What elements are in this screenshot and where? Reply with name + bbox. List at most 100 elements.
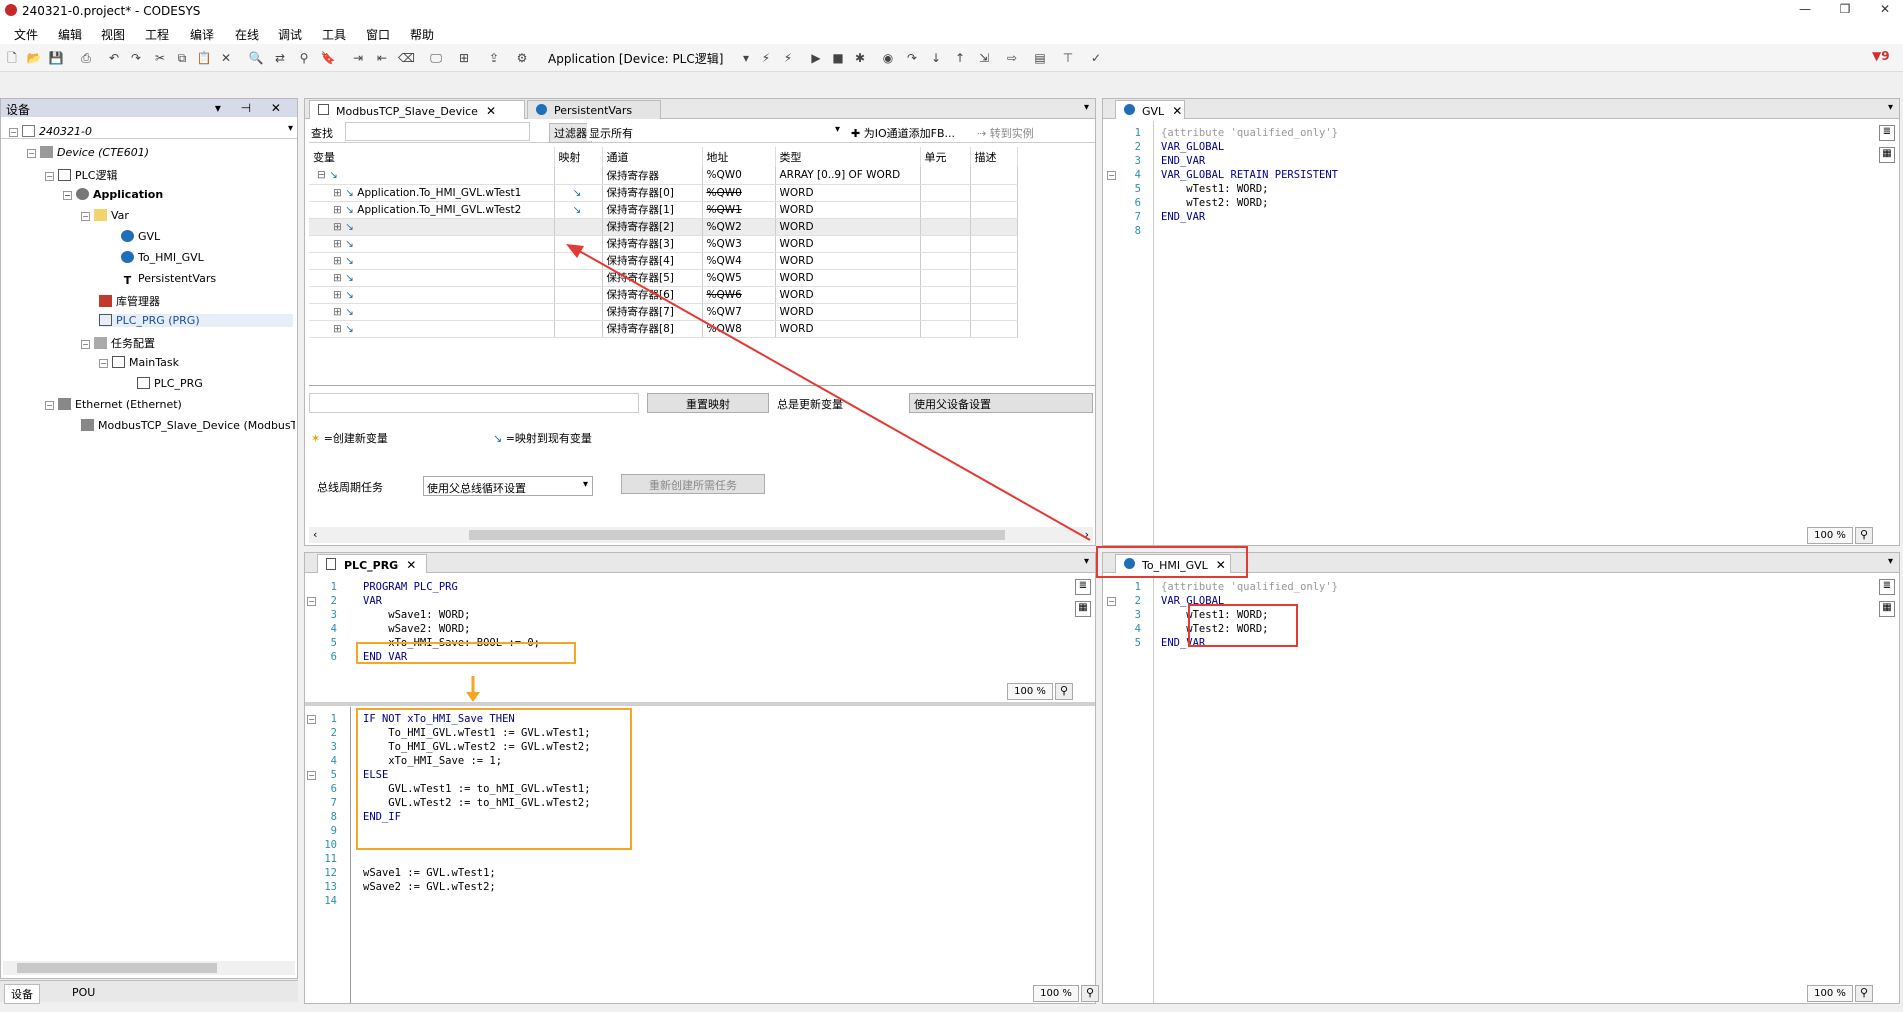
mapping-cell[interactable] <box>554 235 603 253</box>
type-cell[interactable]: WORD <box>775 235 921 253</box>
tab-pou[interactable]: POU <box>66 985 101 1000</box>
code-line[interactable]: wTest1: WORD; <box>1161 183 1268 195</box>
channel-cell[interactable]: 保持寄存器[4] <box>602 252 703 270</box>
tab-gvl[interactable]: GVL ✕ <box>1115 100 1185 119</box>
address-cell[interactable]: %QW7 <box>702 303 776 321</box>
bookmark-prev-icon[interactable]: ⇤ <box>374 50 390 66</box>
code-line[interactable]: VAR_GLOBAL <box>1161 595 1224 607</box>
var-cell[interactable]: ⊞ ↘ <box>309 303 555 321</box>
menu-window[interactable]: 窗口 <box>366 26 390 43</box>
login-icon[interactable]: ⚡ <box>758 50 774 66</box>
var-cell[interactable]: ⊞ ↘ <box>309 269 555 287</box>
table-view-icon[interactable]: ▦ <box>1075 601 1091 617</box>
add-object-icon[interactable]: ⊞ <box>456 50 472 66</box>
filter-dropdown-icon[interactable]: ▾ <box>835 124 840 135</box>
unit-cell[interactable] <box>920 167 971 185</box>
gvl-code-editor[interactable]: 1 {attribute 'qualified_only'} 2 VAR_GLOBAL… <box>1103 121 1873 521</box>
unit-cell[interactable] <box>920 218 971 236</box>
description-cell[interactable] <box>970 167 1018 185</box>
type-cell[interactable]: ARRAY [0..9] OF WORD <box>775 167 921 185</box>
code-line[interactable]: GVL.wTest2 := to_hMI_GVL.wTest2; <box>363 797 590 809</box>
tree-var-folder[interactable]: − Var <box>81 209 129 222</box>
channel-cell[interactable]: 保持寄存器[1] <box>602 201 703 219</box>
menu-help[interactable]: 帮助 <box>410 26 434 43</box>
type-cell[interactable]: WORD <box>775 303 921 321</box>
fold-icon[interactable]: − <box>307 715 316 724</box>
tree-device[interactable]: − Device (CTE601) <box>27 146 149 159</box>
code-line[interactable]: {attribute 'qualified_only'} <box>1161 127 1338 139</box>
code-line[interactable]: IF NOT xTo_HMI_Save THEN <box>363 713 515 725</box>
code-line[interactable]: GVL.wTest1 := to_hMI_GVL.wTest1; <box>363 783 590 795</box>
cut-icon[interactable]: ✂ <box>152 50 168 66</box>
table-view-icon[interactable]: ▦ <box>1879 147 1895 163</box>
expand-icon[interactable]: ⊞ <box>313 204 345 216</box>
channel-cell[interactable]: 保持寄存器[6] <box>602 286 703 304</box>
open-icon[interactable]: 📂 <box>26 50 42 66</box>
channel-cell[interactable]: 保持寄存器[2] <box>602 218 703 236</box>
recreate-task-button[interactable]: 重新创建所需任务 <box>621 474 765 494</box>
goto-instance-button[interactable]: ⇢ 转到实例 <box>977 125 1034 141</box>
table-row[interactable]: ⊞ ↘ 保持寄存器[5] %QW5 WORD <box>309 269 1018 287</box>
unit-cell[interactable] <box>920 286 971 304</box>
use-parent-select[interactable]: 使用父设备设置 <box>909 393 1093 413</box>
collapse-icon[interactable]: − <box>9 128 18 137</box>
code-line[interactable]: VAR_GLOBAL RETAIN PERSISTENT <box>1161 169 1338 181</box>
code-line[interactable]: To_HMI_GVL.wTest1 := GVL.wTest1; <box>363 727 590 739</box>
col-unit[interactable]: 单元 <box>920 147 971 167</box>
tab-to-hmi-gvl[interactable]: To_HMI_GVL ✕ <box>1115 554 1231 573</box>
device-panel-hscroll[interactable] <box>3 961 295 975</box>
address-cell[interactable]: %QW4 <box>702 252 776 270</box>
expand-icon[interactable]: ⊞ <box>313 255 345 267</box>
code-line[interactable]: {attribute 'qualified_only'} <box>1161 581 1338 593</box>
zoom-icon[interactable]: ⚲ <box>1081 985 1099 1002</box>
expand-icon[interactable]: ⊞ <box>313 289 345 301</box>
search-input[interactable] <box>345 122 530 141</box>
declaration-editor[interactable]: 1 PROGRAM PLC_PRG 2 VAR 3 wSave1: WORD; 4 wSa… <box>305 575 1095 699</box>
description-cell[interactable] <box>970 201 1018 219</box>
active-application-selector[interactable]: Application [Device: PLC逻辑] <box>548 50 723 67</box>
mapping-cell[interactable] <box>554 320 603 338</box>
project-dropdown-icon[interactable]: ▾ <box>288 123 293 134</box>
fold-icon[interactable]: − <box>307 771 316 780</box>
expand-icon[interactable]: ⊞ <box>313 238 345 250</box>
address-cell[interactable]: %QW5 <box>702 269 776 287</box>
tab-list-dropdown-icon[interactable]: ▾ <box>1084 102 1089 113</box>
address-cell[interactable]: %QW2 <box>702 218 776 236</box>
step-over-icon[interactable]: ↷ <box>904 50 920 66</box>
menu-build[interactable]: 编译 <box>190 26 214 43</box>
maximize-button[interactable]: ❐ <box>1830 2 1860 20</box>
code-line[interactable]: wSave2: WORD; <box>363 623 470 635</box>
run-icon[interactable]: ▶ <box>808 50 824 66</box>
description-cell[interactable] <box>970 269 1018 287</box>
reset-mapping-button[interactable]: 重置映射 <box>647 393 769 413</box>
panel-controls-icon[interactable]: ▾ ⊣ ✕ <box>215 101 289 115</box>
table-row[interactable]: ⊞ ↘ 保持寄存器[3] %QW3 WORD <box>309 235 1018 253</box>
export-icon[interactable]: ⇪ <box>486 50 502 66</box>
type-cell[interactable]: WORD <box>775 252 921 270</box>
bookmark-icon[interactable]: 🔖 <box>320 50 336 66</box>
screen-icon[interactable]: 🖵 <box>428 50 444 66</box>
address-cell[interactable]: %QW1 <box>702 201 776 219</box>
mapping-cell[interactable]: ↘ <box>554 201 603 219</box>
menu-tools[interactable]: 工具 <box>322 26 346 43</box>
code-line[interactable]: wSave1: WORD; <box>363 609 470 621</box>
code-line[interactable]: wTest2: WORD; <box>1161 197 1268 209</box>
impl-zoom-level[interactable]: 100 % <box>1033 985 1079 1002</box>
stop-icon[interactable]: ■ <box>830 50 846 66</box>
tab-devices[interactable]: 设备 <box>4 984 40 1004</box>
mapping-input[interactable] <box>309 393 639 413</box>
save-icon[interactable]: 💾 <box>48 50 64 66</box>
find-ref-icon[interactable]: ⚲ <box>296 50 312 66</box>
tree-task-config[interactable]: − 任务配置 <box>81 335 155 351</box>
implementation-editor[interactable]: 1 IF NOT xTo_HMI_Save THEN 2 To_HMI_GVL.wT… <box>305 707 1095 977</box>
print-icon[interactable]: ⎙ <box>78 50 94 66</box>
unit-cell[interactable] <box>920 320 971 338</box>
unit-cell[interactable] <box>920 184 971 202</box>
channel-cell[interactable]: 保持寄存器[0] <box>602 184 703 202</box>
var-cell[interactable]: ⊞ ↘ Application.To_HMI_GVL.wTest1 <box>309 184 555 202</box>
var-cell[interactable]: ⊞ ↘ <box>309 286 555 304</box>
code-line[interactable]: END_VAR <box>363 651 407 663</box>
col-variable[interactable]: 变量 <box>309 147 555 167</box>
gvl-zoom-level[interactable]: 100 % <box>1807 527 1853 544</box>
table-row[interactable]: ⊞ ↘ 保持寄存器[6] %QW6 WORD <box>309 286 1018 304</box>
